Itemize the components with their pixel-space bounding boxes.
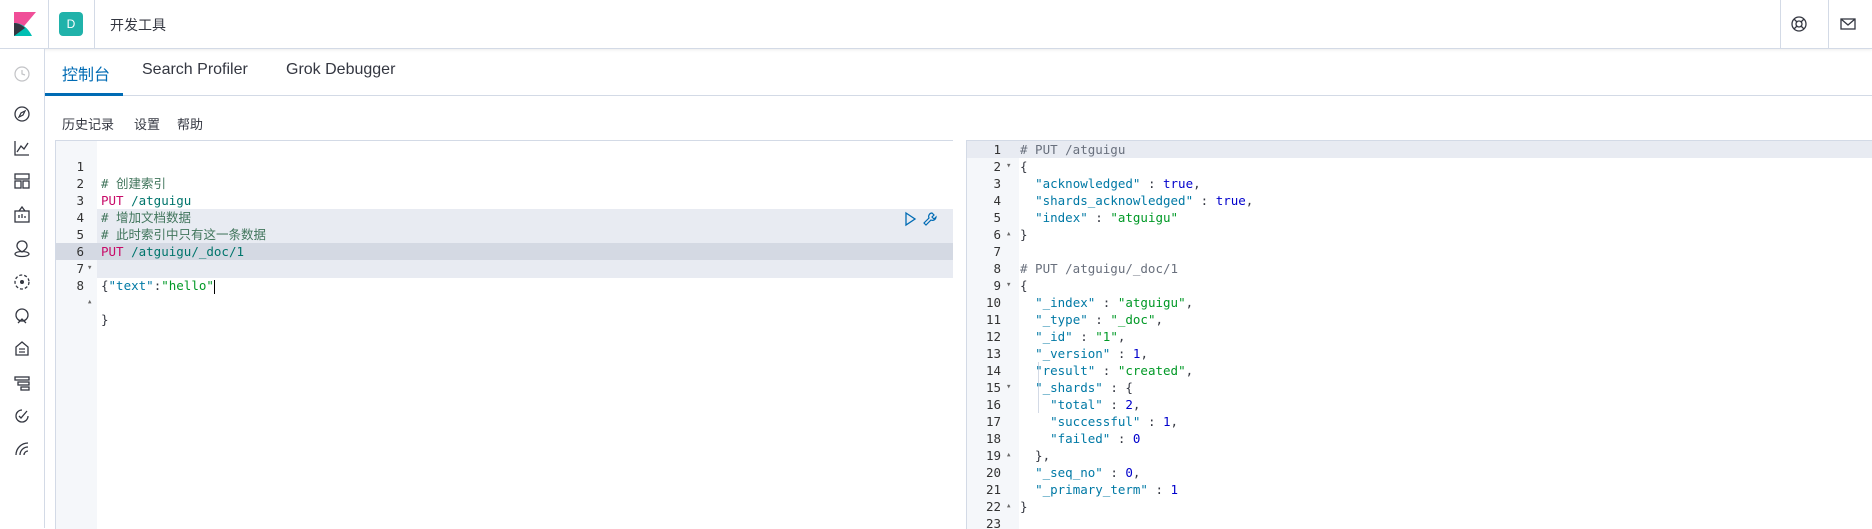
response-editor[interactable]: 1 # PUT /atguigu 2 ▾{3 "acknowledged" : tru… — [966, 140, 1872, 529]
active-tab-indicator — [45, 93, 123, 96]
mail-icon[interactable] — [1838, 14, 1858, 34]
response-code: { — [1020, 159, 1028, 174]
side-nav — [0, 49, 45, 528]
tab-console[interactable]: 控制台 — [62, 61, 110, 85]
page-title: 开发工具 — [110, 17, 166, 33]
help-icon[interactable] — [1789, 14, 1809, 34]
response-code: "_id" : "1", — [1035, 329, 1126, 344]
apm-icon[interactable] — [12, 373, 32, 393]
top-header: D 开发工具 — [0, 0, 1872, 49]
editor-line: 8 ▴ } — [76, 278, 109, 327]
fold-toggle-icon[interactable]: ▴ — [1006, 498, 1011, 515]
response-code: { — [1020, 278, 1028, 293]
response-code: "_seq_no" : 0, — [1035, 465, 1141, 480]
fold-toggle-icon[interactable]: ▾ — [1006, 158, 1011, 175]
settings-link[interactable]: 设置 — [134, 114, 160, 133]
compass-icon[interactable] — [12, 104, 32, 124]
response-code: "_type" : "_doc", — [1035, 312, 1164, 327]
tab-grok-debugger[interactable]: Grok Debugger — [286, 61, 395, 79]
fold-toggle-icon[interactable]: ▴ — [1006, 226, 1011, 243]
space-avatar[interactable]: D — [59, 12, 83, 36]
play-icon[interactable] — [902, 211, 918, 227]
kibana-logo-icon[interactable] — [12, 12, 36, 36]
editor-line: 7 "text":"hello" — [76, 261, 215, 294]
clock-icon[interactable] — [12, 64, 32, 84]
tab-bar: 控制台 Search Profiler Grok Debugger — [45, 49, 1872, 96]
response-code: # PUT /atguigu — [1020, 142, 1126, 157]
editor-line: 6 ▾ { — [76, 244, 109, 293]
dashboard-icon[interactable] — [12, 171, 32, 191]
response-code: "_version" : 1, — [1035, 346, 1148, 361]
editor-line: 1 # 创建索引 — [76, 159, 167, 191]
editor-line: 3 # 增加文档数据 — [76, 193, 192, 225]
fold-toggle-icon[interactable]: ▾ — [1006, 277, 1011, 294]
maps-icon[interactable] — [12, 239, 32, 259]
response-code: "_shards" : { — [1035, 380, 1133, 395]
header-divider — [1828, 0, 1829, 48]
uptime-icon[interactable] — [12, 406, 32, 426]
response-code: "shards_acknowledged" : true, — [1035, 193, 1254, 208]
response-code: "result" : "created", — [1035, 363, 1194, 378]
header-divider — [94, 0, 95, 48]
editor-line: 5 PUT /atguigu/_doc/1 — [76, 227, 244, 259]
response-code: "successful" : 1, — [1050, 414, 1179, 429]
response-code: } — [1020, 499, 1028, 514]
fold-toggle-icon[interactable]: ▾ — [1006, 379, 1011, 396]
editor-line: 2 PUT /atguigu — [76, 176, 192, 208]
response-code: "total" : 2, — [1050, 397, 1141, 412]
logs-icon[interactable] — [12, 339, 32, 359]
fold-toggle-icon[interactable]: ▴ — [1006, 447, 1011, 464]
response-code: }, — [1020, 448, 1051, 463]
response-code: "acknowledged" : true, — [1035, 176, 1201, 191]
response-code: "_primary_term" : 1 — [1035, 482, 1179, 497]
wrench-icon[interactable] — [922, 211, 938, 227]
response-code: "failed" : 0 — [1050, 431, 1141, 446]
editor-line: 4 # 此时索引中只有这一条数据 — [76, 210, 267, 242]
history-link[interactable]: 历史记录 — [62, 114, 114, 133]
fold-toggle-icon[interactable]: ▾ — [87, 260, 92, 277]
header-divider — [48, 0, 49, 48]
header-divider — [1780, 0, 1781, 48]
canvas-icon[interactable] — [12, 205, 32, 225]
ml-icon[interactable] — [12, 272, 32, 292]
fold-toggle-icon[interactable]: ▴ — [87, 294, 92, 311]
help-link[interactable]: 帮助 — [177, 114, 203, 133]
text-cursor — [213, 279, 215, 294]
response-code: "index" : "atguigu" — [1035, 210, 1179, 225]
response-code: # PUT /atguigu/_doc/1 — [1020, 261, 1179, 276]
request-editor[interactable]: 1 # 创建索引 2 PUT /atguigu 3 # 增加文档数据 4 # 此… — [55, 140, 953, 529]
visualize-icon[interactable] — [12, 138, 32, 158]
siem-icon[interactable] — [12, 439, 32, 459]
response-code: "_index" : "atguigu", — [1035, 295, 1194, 310]
metrics-icon[interactable] — [12, 306, 32, 326]
response-code: } — [1020, 227, 1028, 242]
tab-search-profiler[interactable]: Search Profiler — [142, 61, 248, 79]
